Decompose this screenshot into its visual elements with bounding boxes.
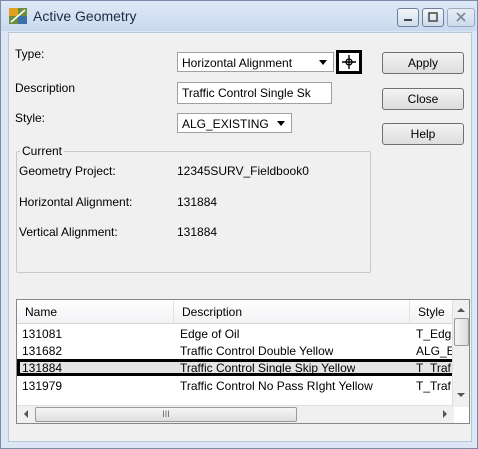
dialog-body: Type: Horizontal Alignment Description S… bbox=[8, 32, 472, 442]
style-dropdown-value: ALG_EXISTING bbox=[182, 117, 269, 131]
geometry-app-icon bbox=[9, 8, 27, 24]
list-item-description: Traffic Control Double Yellow bbox=[180, 344, 334, 358]
description-field[interactable] bbox=[177, 82, 332, 104]
horizontal-scroll-thumb[interactable]: III bbox=[35, 407, 297, 422]
geometry-project-value: 12345SURV_Fieldbook0 bbox=[177, 164, 309, 178]
geometry-list[interactable]: Name Description Style 131081 Edge of Oi… bbox=[16, 299, 470, 424]
vertical-alignment-label: Vertical Alignment: bbox=[19, 225, 118, 239]
list-item-style: T_Traf bbox=[416, 379, 451, 393]
list-item-style: T_Edg bbox=[416, 327, 452, 341]
vertical-scrollbar[interactable] bbox=[452, 300, 469, 407]
chevron-down-icon bbox=[319, 60, 327, 65]
list-item-selected[interactable]: 131884 Traffic Control Single Skip Yello… bbox=[17, 359, 456, 376]
list-item-name: 131979 bbox=[22, 379, 63, 393]
scroll-right-icon bbox=[443, 410, 447, 418]
scroll-thumb-grip: III bbox=[162, 409, 170, 419]
scroll-up-icon bbox=[457, 308, 465, 312]
scroll-left-icon bbox=[24, 410, 28, 418]
type-dropdown[interactable]: Horizontal Alignment bbox=[177, 52, 334, 72]
description-input[interactable] bbox=[178, 83, 331, 103]
column-header-name[interactable]: Name bbox=[17, 300, 174, 324]
list-item[interactable]: 131979 Traffic Control No Pass RIght Yel… bbox=[17, 378, 456, 394]
list-item-name: 131884 bbox=[22, 361, 63, 375]
horizontal-scrollbar[interactable]: III bbox=[17, 405, 454, 423]
type-dropdown-value: Horizontal Alignment bbox=[182, 56, 293, 70]
vertical-alignment-value: 131884 bbox=[177, 225, 218, 239]
list-item-description: Edge of Oil bbox=[180, 327, 240, 341]
description-label: Description bbox=[15, 81, 76, 95]
crosshair-icon bbox=[342, 55, 356, 69]
list-item-description: Traffic Control Single Skip Yellow bbox=[180, 361, 356, 375]
window-title: Active Geometry bbox=[33, 8, 137, 24]
close-button[interactable]: Close bbox=[382, 88, 464, 110]
horizontal-alignment-value: 131884 bbox=[177, 195, 218, 209]
list-item-name: 131081 bbox=[22, 327, 63, 341]
title-bar[interactable]: Active Geometry bbox=[1, 1, 477, 31]
current-group-title: Current bbox=[20, 144, 65, 158]
type-label: Type: bbox=[15, 47, 45, 61]
maximize-button[interactable] bbox=[422, 8, 444, 27]
vertical-scroll-thumb[interactable] bbox=[454, 318, 469, 346]
maximize-icon bbox=[428, 12, 438, 22]
list-item-description: Traffic Control No Pass RIght Yellow bbox=[180, 379, 373, 393]
list-item-style: T_Traf bbox=[416, 361, 451, 375]
minimize-button[interactable] bbox=[397, 8, 419, 27]
style-label: Style: bbox=[15, 111, 46, 125]
close-icon bbox=[456, 12, 466, 22]
column-header-style[interactable]: Style bbox=[410, 300, 456, 324]
horizontal-alignment-label: Horizontal Alignment: bbox=[19, 195, 133, 209]
minimize-icon bbox=[404, 19, 412, 21]
list-item-name: 131682 bbox=[22, 344, 63, 358]
help-button[interactable]: Help bbox=[382, 123, 464, 145]
style-dropdown[interactable]: ALG_EXISTING bbox=[177, 113, 292, 133]
active-geometry-window: Active Geometry Type: Horizontal Alignme… bbox=[0, 0, 478, 449]
list-item[interactable]: 131081 Edge of Oil T_Edg bbox=[17, 326, 456, 342]
list-item[interactable]: 131682 Traffic Control Double Yellow ALG… bbox=[17, 343, 456, 359]
column-header-description[interactable]: Description bbox=[174, 300, 410, 324]
chevron-down-icon bbox=[277, 121, 285, 126]
scroll-down-icon bbox=[457, 393, 465, 397]
locate-geometry-button[interactable] bbox=[336, 50, 362, 74]
close-window-button[interactable] bbox=[447, 8, 475, 27]
apply-button[interactable]: Apply bbox=[382, 52, 464, 74]
geometry-project-label: Geometry Project: bbox=[19, 164, 116, 178]
list-item-style: ALG_E bbox=[416, 344, 455, 358]
